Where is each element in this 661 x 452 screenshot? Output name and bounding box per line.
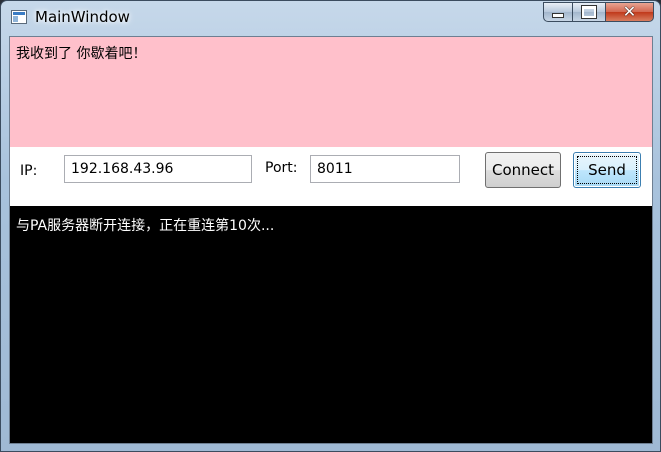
caption-buttons: ✕ [543,2,654,22]
connection-panel: IP: 192.168.43.96 Port: 8011 Connect Sen… [10,147,652,206]
minimize-button[interactable] [543,2,573,22]
connect-button[interactable]: Connect [485,152,561,188]
send-button[interactable]: Send [573,152,641,188]
received-message-area[interactable]: 我收到了 你歇着吧！ [10,37,652,147]
window-title: MainWindow [35,8,130,26]
app-window-icon [11,10,27,24]
main-window: MainWindow ✕ 我收到了 你歇着吧！ IP: 192.168.43.9… [0,0,661,452]
close-button[interactable]: ✕ [606,2,654,22]
port-input[interactable]: 8011 [310,155,460,183]
title-bar[interactable]: MainWindow ✕ [1,1,660,35]
send-button-label: Send [588,161,626,179]
ip-label: IP: [20,163,38,179]
minimize-icon [552,13,564,18]
close-icon: ✕ [622,2,637,21]
client-area: 我收到了 你歇着吧！ IP: 192.168.43.96 Port: 8011 … [9,36,653,444]
ip-input[interactable]: 192.168.43.96 [64,155,252,183]
maximize-button[interactable] [573,2,606,22]
maximize-icon [581,5,597,19]
status-log: 与PA服务器断开连接，正在重连第10次... [10,206,652,443]
port-label: Port: [265,160,298,176]
